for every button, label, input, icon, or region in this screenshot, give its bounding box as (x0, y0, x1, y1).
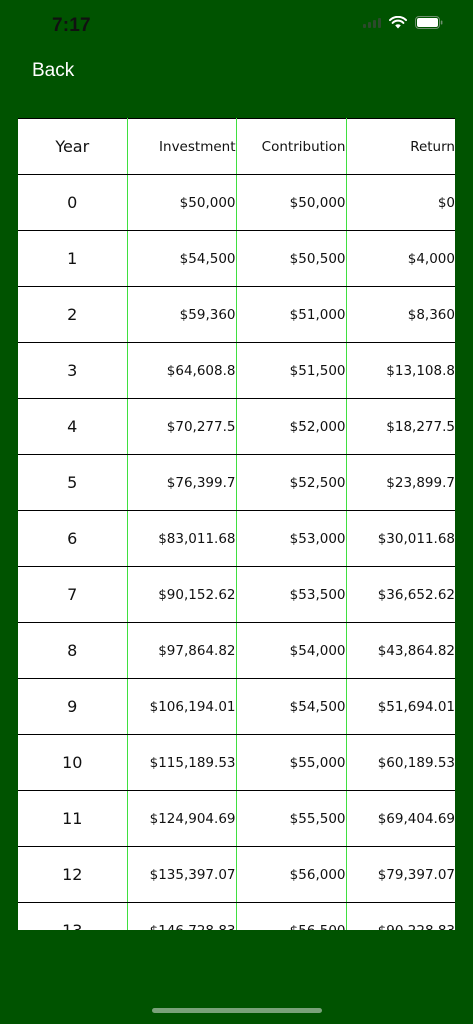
cell-year: 6 (18, 510, 128, 567)
home-indicator[interactable] (152, 1008, 322, 1013)
table-row: 13 $146,728.83 $56,500 $90,228.83 (18, 902, 455, 930)
cell-investment: $115,189.53 (127, 734, 237, 791)
cell-investment: $83,011.68 (127, 510, 237, 567)
cell-contribution: $52,500 (236, 454, 347, 511)
investment-grid: Year Investment Contribution Return 0 $5… (18, 118, 455, 930)
column-header-contribution: Contribution (236, 118, 347, 175)
cell-return: $43,864.82 (346, 622, 455, 679)
cell-return: $0 (346, 174, 455, 231)
cell-investment: $90,152.62 (127, 566, 237, 623)
cell-contribution: $50,500 (236, 230, 347, 287)
cell-return: $18,277.5 (346, 398, 455, 455)
cell-contribution: $51,500 (236, 342, 347, 399)
table-row: 2 $59,360 $51,000 $8,360 (18, 286, 455, 343)
table-row: 11 $124,904.69 $55,500 $69,404.69 (18, 790, 455, 847)
cell-investment: $97,864.82 (127, 622, 237, 679)
back-button[interactable]: Back (32, 60, 74, 82)
cell-return: $60,189.53 (346, 734, 455, 791)
table-row: 8 $97,864.82 $54,000 $43,864.82 (18, 622, 455, 679)
cell-year: 7 (18, 566, 128, 623)
cell-year: 9 (18, 678, 128, 735)
cell-year: 5 (18, 454, 128, 511)
cell-year: 4 (18, 398, 128, 455)
column-header-year: Year (18, 118, 128, 175)
cell-contribution: $55,500 (236, 790, 347, 847)
cell-contribution: $54,500 (236, 678, 347, 735)
cell-contribution: $54,000 (236, 622, 347, 679)
cell-return: $90,228.83 (346, 902, 455, 930)
wifi-icon (389, 16, 407, 29)
column-header-investment: Investment (127, 118, 237, 175)
cell-year: 10 (18, 734, 128, 791)
cell-year: 12 (18, 846, 128, 903)
cell-investment: $64,608.8 (127, 342, 237, 399)
table-row: 10 $115,189.53 $55,000 $60,189.53 (18, 734, 455, 791)
cellular-signal-icon (363, 17, 381, 28)
cell-contribution: $52,000 (236, 398, 347, 455)
cell-contribution: $56,000 (236, 846, 347, 903)
table-row: 7 $90,152.62 $53,500 $36,652.62 (18, 566, 455, 623)
cell-year: 8 (18, 622, 128, 679)
cell-year: 1 (18, 230, 128, 287)
column-header-return: Return (346, 118, 455, 175)
table-row: 3 $64,608.8 $51,500 $13,108.8 (18, 342, 455, 399)
cell-return: $36,652.62 (346, 566, 455, 623)
cell-investment: $135,397.07 (127, 846, 237, 903)
cell-investment: $54,500 (127, 230, 237, 287)
cell-return: $30,011.68 (346, 510, 455, 567)
investment-table[interactable]: Year Investment Contribution Return 0 $5… (18, 118, 455, 930)
cell-investment: $50,000 (127, 174, 237, 231)
table-row: 9 $106,194.01 $54,500 $51,694.01 (18, 678, 455, 735)
table-row: 6 $83,011.68 $53,000 $30,011.68 (18, 510, 455, 567)
cell-return: $23,899.7 (346, 454, 455, 511)
table-row: 5 $76,399.7 $52,500 $23,899.7 (18, 454, 455, 511)
status-bar: 7:17 (0, 0, 473, 50)
cell-year: 11 (18, 790, 128, 847)
cell-investment: $76,399.7 (127, 454, 237, 511)
cell-return: $79,397.07 (346, 846, 455, 903)
cell-investment: $124,904.69 (127, 790, 237, 847)
cell-contribution: $53,500 (236, 566, 347, 623)
cell-return: $69,404.69 (346, 790, 455, 847)
cell-investment: $59,360 (127, 286, 237, 343)
table-row: 4 $70,277.5 $52,000 $18,277.5 (18, 398, 455, 455)
cell-return: $13,108.8 (346, 342, 455, 399)
status-indicators (363, 16, 443, 29)
battery-icon (415, 16, 443, 29)
cell-contribution: $55,000 (236, 734, 347, 791)
cell-return: $4,000 (346, 230, 455, 287)
cell-investment: $70,277.5 (127, 398, 237, 455)
status-time: 7:17 (52, 15, 91, 36)
cell-investment: $106,194.01 (127, 678, 237, 735)
cell-contribution: $50,000 (236, 174, 347, 231)
table-row: 12 $135,397.07 $56,000 $79,397.07 (18, 846, 455, 903)
table-row: 1 $54,500 $50,500 $4,000 (18, 230, 455, 287)
navigation-bar: Back (0, 50, 473, 94)
table-row: 0 $50,000 $50,000 $0 (18, 174, 455, 231)
cell-year: 13 (18, 902, 128, 930)
cell-return: $8,360 (346, 286, 455, 343)
cell-contribution: $56,500 (236, 902, 347, 930)
cell-contribution: $53,000 (236, 510, 347, 567)
cell-contribution: $51,000 (236, 286, 347, 343)
cell-investment: $146,728.83 (127, 902, 237, 930)
table-header-row: Year Investment Contribution Return (18, 118, 455, 175)
cell-year: 0 (18, 174, 128, 231)
cell-return: $51,694.01 (346, 678, 455, 735)
cell-year: 3 (18, 342, 128, 399)
cell-year: 2 (18, 286, 128, 343)
